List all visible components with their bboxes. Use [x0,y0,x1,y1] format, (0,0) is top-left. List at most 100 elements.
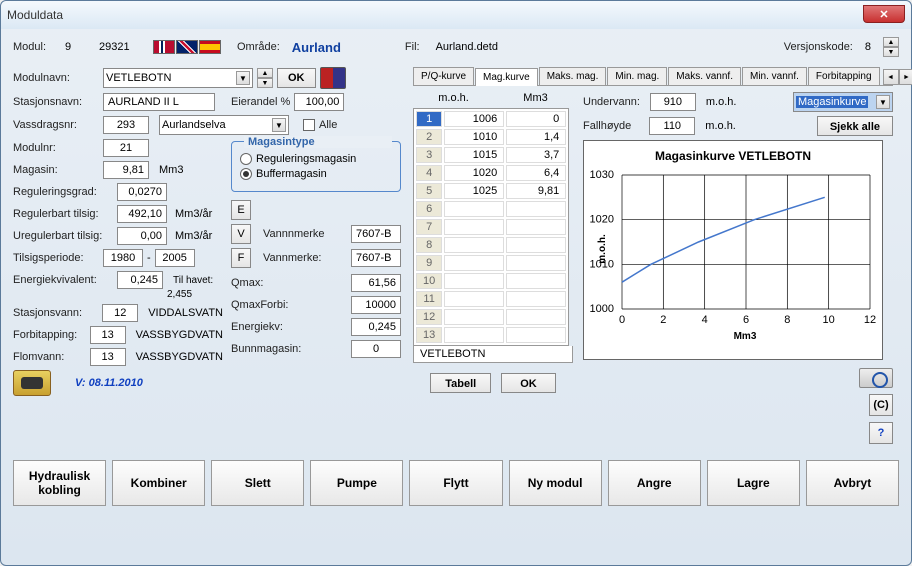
tab-minvannf[interactable]: Min. vannf. [742,67,807,85]
table-cell[interactable]: 1020 [444,165,504,181]
table-cell[interactable]: 1010 [444,129,504,145]
spinner-down-icon[interactable]: ▼ [257,78,273,88]
angre-button[interactable]: Angre [608,460,701,506]
table-cell[interactable] [444,327,504,343]
binoculars-icon[interactable] [13,370,51,396]
spinner-up-icon[interactable]: ▲ [883,37,899,47]
c-button[interactable]: (C) [869,394,893,416]
modulnavn-dropdown[interactable]: VETLEBOTN ▼ [103,68,253,88]
book-icon[interactable] [320,67,346,89]
table-cell[interactable] [506,219,566,235]
tab-maksmag[interactable]: Maks. mag. [539,67,607,85]
avbryt-button[interactable]: Avbryt [806,460,899,506]
spinner-up-icon[interactable]: ▲ [257,68,273,78]
table-cell[interactable] [506,201,566,217]
table-ok-button[interactable]: OK [501,373,556,393]
qmaxforbi-input[interactable] [351,296,401,314]
bunnmagasin-input[interactable] [351,340,401,358]
tab-minmag[interactable]: Min. mag. [607,67,667,85]
stasjonsnavn-input[interactable] [103,93,215,111]
table-rownum[interactable]: 1 [416,111,442,127]
table-cell[interactable] [444,273,504,289]
alle-checkbox[interactable] [303,119,315,131]
magasin-input[interactable] [103,161,149,179]
kombiner-button[interactable]: Kombiner [112,460,205,506]
table-rownum[interactable]: 9 [416,255,442,271]
ok-button[interactable]: OK [277,68,316,88]
table-rownum[interactable]: 3 [416,147,442,163]
table-rownum[interactable]: 11 [416,291,442,307]
table-cell[interactable]: 1015 [444,147,504,163]
table-rownum[interactable]: 2 [416,129,442,145]
pumpe-button[interactable]: Pumpe [310,460,403,506]
forbitapping-input[interactable] [90,326,126,344]
table-cell[interactable] [444,255,504,271]
table-cell[interactable] [444,291,504,307]
help-button[interactable]: ? [869,422,893,444]
sjekk-alle-button[interactable]: Sjekk alle [817,116,893,136]
radio-regulering[interactable]: Reguleringsmagasin [240,153,392,165]
tabell-button[interactable]: Tabell [430,373,491,393]
table-cell[interactable]: 9,81 [506,183,566,199]
flag-es-icon[interactable] [199,40,221,54]
reggrad-input[interactable] [117,183,167,201]
undervann-input[interactable] [650,93,696,111]
table-cell[interactable] [506,309,566,325]
table-cell[interactable]: 3,7 [506,147,566,163]
versjon-spinner[interactable]: ▲ ▼ [883,37,899,57]
tab-magkurve[interactable]: Mag.kurve [475,68,538,86]
tab-pqkurve[interactable]: P/Q-kurve [413,67,474,85]
table-cell[interactable] [506,273,566,289]
v-button[interactable]: V [231,224,251,244]
data-table[interactable]: 110060210101,4310153,7410206,4510259,816… [413,108,569,346]
table-cell[interactable] [444,237,504,253]
tab-forbitapping[interactable]: Forbitapping [808,67,880,85]
vannmerke2-input[interactable] [351,249,401,267]
table-cell[interactable] [506,327,566,343]
eierandel-input[interactable] [294,93,344,111]
energiekv2-input[interactable] [351,318,401,336]
tab-maksvannf[interactable]: Maks. vannf. [668,67,741,85]
table-cell[interactable]: 6,4 [506,165,566,181]
tab-left-icon[interactable]: ◄ [883,69,899,85]
table-cell[interactable] [506,237,566,253]
table-cell[interactable]: 0 [506,111,566,127]
table-rownum[interactable]: 5 [416,183,442,199]
fallhoyde-input[interactable] [649,117,695,135]
flag-no-icon[interactable] [153,40,175,54]
flag-uk-icon[interactable] [176,40,198,54]
f-button[interactable]: F [231,248,251,268]
modulnavn-spinner[interactable]: ▲ ▼ [257,68,273,88]
hydraulisk-button[interactable]: Hydraulisk kobling [13,460,106,506]
table-rownum[interactable]: 12 [416,309,442,325]
nymodul-button[interactable]: Ny modul [509,460,602,506]
vassdrag-input[interactable] [103,116,149,134]
modulnr-input[interactable] [103,139,149,157]
table-cell[interactable] [444,309,504,325]
close-button[interactable]: ✕ [863,5,905,23]
qmax-input[interactable] [351,274,401,292]
tilsig-to-input[interactable] [155,249,195,267]
camera-icon[interactable] [859,368,893,388]
table-cell[interactable]: 1,4 [506,129,566,145]
table-cell[interactable] [506,291,566,307]
tab-right-icon[interactable]: ► [899,69,912,85]
radio-buffer[interactable]: Buffermagasin [240,168,392,180]
slett-button[interactable]: Slett [211,460,304,506]
stasjonsvann-input[interactable] [102,304,138,322]
vassdrag-dropdown[interactable]: Aurlandselva ▼ [159,115,289,135]
tilsig-from-input[interactable] [103,249,143,267]
table-rownum[interactable]: 4 [416,165,442,181]
table-cell[interactable] [444,219,504,235]
energiekv-input[interactable] [117,271,163,289]
table-rownum[interactable]: 7 [416,219,442,235]
table-rownum[interactable]: 8 [416,237,442,253]
flytt-button[interactable]: Flytt [409,460,502,506]
table-rownum[interactable]: 6 [416,201,442,217]
table-cell[interactable] [506,255,566,271]
kurve-dropdown[interactable]: Magasinkurve ▼ [793,92,893,112]
regtilsig-input[interactable] [117,205,167,223]
lagre-button[interactable]: Lagre [707,460,800,506]
e-button[interactable]: E [231,200,251,220]
table-rownum[interactable]: 13 [416,327,442,343]
